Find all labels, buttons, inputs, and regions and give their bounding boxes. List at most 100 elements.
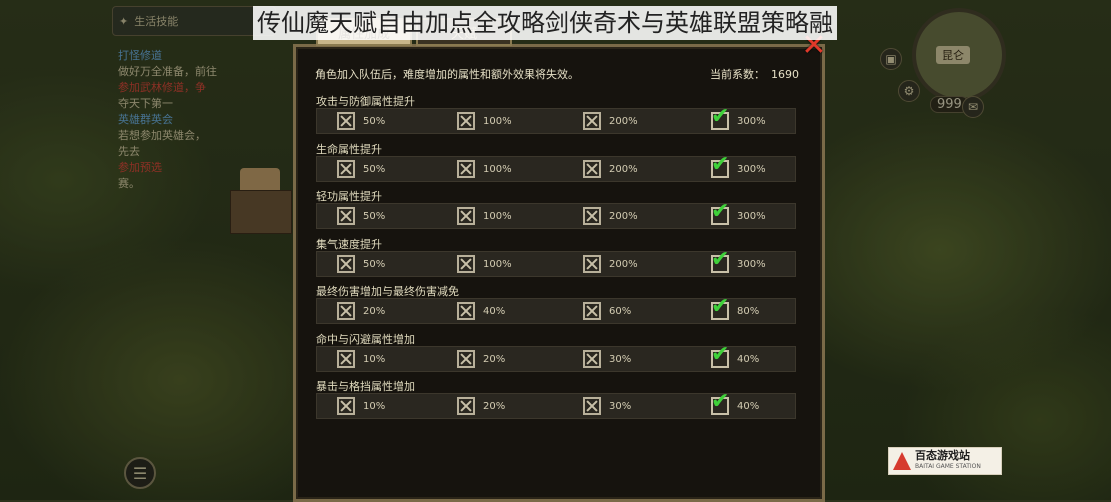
option-row: 10% 20% 30% ✔ 40% — [316, 344, 796, 372]
coefficient-value: 1690 — [771, 68, 799, 81]
green-check-icon: ✔ — [711, 342, 730, 367]
option-checkbox[interactable]: 50% — [337, 160, 385, 178]
option-value: 40% — [483, 305, 506, 317]
option-checkbox[interactable]: 10% — [337, 350, 385, 368]
checkmark-icon: ✔ — [711, 296, 729, 320]
cross-icon — [583, 350, 601, 368]
cross-icon — [457, 207, 475, 225]
option-checkbox[interactable]: 30% — [583, 350, 631, 368]
option-checkbox[interactable]: 100% — [457, 207, 512, 225]
cross-icon — [337, 350, 355, 368]
cross-icon — [337, 207, 355, 225]
cross-icon — [337, 397, 355, 415]
cross-icon — [337, 302, 355, 320]
option-value: 20% — [483, 353, 506, 365]
green-check-icon: ✔ — [711, 389, 730, 414]
option-value: 50% — [363, 258, 386, 270]
option-row: 10% 20% 30% ✔ 40% — [316, 391, 796, 419]
option-checkbox[interactable]: ✔ 40% — [711, 344, 760, 368]
section-title: 集气速度提升 — [316, 238, 382, 251]
option-row: 50% 100% 200% ✔ 300% — [316, 106, 796, 134]
cross-icon — [583, 207, 601, 225]
option-value: 100% — [483, 210, 512, 222]
option-checkbox[interactable]: 40% — [457, 302, 505, 320]
cross-icon — [457, 255, 475, 273]
coefficient-display: 当前系数： 1690 — [710, 66, 799, 82]
option-value: 40% — [737, 353, 760, 365]
option-value: 50% — [363, 163, 386, 175]
option-checkbox[interactable]: 100% — [457, 255, 512, 273]
option-checkbox[interactable]: 60% — [583, 302, 631, 320]
option-checkbox[interactable]: 200% — [583, 207, 638, 225]
option-value: 20% — [483, 400, 506, 412]
option-value: 200% — [609, 115, 638, 127]
option-value: 300% — [737, 115, 766, 127]
cross-icon — [337, 112, 355, 130]
option-value: 20% — [363, 305, 386, 317]
checkmark-icon: ✔ — [711, 344, 729, 368]
option-value: 60% — [609, 305, 632, 317]
option-value: 80% — [737, 305, 760, 317]
cross-icon — [457, 302, 475, 320]
option-checkbox[interactable]: 20% — [457, 397, 505, 415]
option-checkbox[interactable]: 200% — [583, 160, 638, 178]
cross-icon — [583, 160, 601, 178]
overlay-title: 传仙魔天赋自由加点全攻略剑侠奇术与英雄联盟策略融 — [253, 6, 837, 40]
option-checkbox[interactable]: 50% — [337, 207, 385, 225]
section-title: 最终伤害增加与最终伤害减免 — [316, 285, 459, 298]
checkmark-icon: ✔ — [711, 201, 729, 225]
cross-icon — [457, 350, 475, 368]
option-row: 50% 100% 200% ✔ 300% — [316, 249, 796, 277]
option-value: 200% — [609, 210, 638, 222]
option-checkbox[interactable]: 50% — [337, 112, 385, 130]
section-title: 生命属性提升 — [316, 143, 382, 156]
cross-icon — [337, 255, 355, 273]
green-check-icon: ✔ — [711, 199, 730, 224]
option-value: 30% — [609, 400, 632, 412]
option-row: 50% 100% 200% ✔ 300% — [316, 154, 796, 182]
option-checkbox[interactable]: 50% — [337, 255, 385, 273]
option-checkbox[interactable]: ✔ 300% — [711, 154, 766, 178]
section-title: 攻击与防御属性提升 — [316, 95, 415, 108]
option-checkbox[interactable]: 20% — [457, 350, 505, 368]
option-checkbox[interactable]: ✔ 80% — [711, 296, 760, 320]
option-value: 100% — [483, 163, 512, 175]
option-checkbox[interactable]: ✔ 300% — [711, 249, 766, 273]
logo-mark-icon — [893, 452, 911, 470]
section-title: 命中与闪避属性增加 — [316, 333, 415, 346]
checkmark-icon: ✔ — [711, 391, 729, 415]
option-checkbox[interactable]: ✔ 300% — [711, 201, 766, 225]
logo-text: 百态游戏站 BAITAI GAME STATION — [915, 450, 981, 472]
option-value: 200% — [609, 163, 638, 175]
option-value: 10% — [363, 400, 386, 412]
option-checkbox[interactable]: 200% — [583, 112, 638, 130]
option-value: 10% — [363, 353, 386, 365]
cross-icon — [583, 397, 601, 415]
option-value: 50% — [363, 210, 386, 222]
checkmark-icon: ✔ — [711, 249, 729, 273]
section-title: 轻功属性提升 — [316, 190, 382, 203]
logo-en: BAITAI GAME STATION — [915, 463, 981, 470]
green-check-icon: ✔ — [711, 104, 730, 129]
option-checkbox[interactable]: 10% — [337, 397, 385, 415]
panel-notice: 角色加入队伍后，难度增加的属性和额外效果将失效。 — [315, 68, 579, 81]
option-value: 100% — [483, 115, 512, 127]
option-row: 20% 40% 60% ✔ 80% — [316, 296, 796, 324]
watermark-logo: 百态游戏站 BAITAI GAME STATION — [888, 447, 1002, 475]
option-checkbox[interactable]: ✔ 40% — [711, 391, 759, 415]
checkmark-icon: ✔ — [711, 106, 729, 130]
option-checkbox[interactable]: 20% — [337, 302, 385, 320]
option-checkbox[interactable]: 30% — [583, 397, 631, 415]
option-value: 300% — [737, 163, 766, 175]
option-checkbox[interactable]: 100% — [457, 112, 512, 130]
section-title: 暴击与格挡属性增加 — [316, 380, 415, 393]
option-checkbox[interactable]: 200% — [583, 255, 638, 273]
option-value: 200% — [609, 258, 638, 270]
coefficient-label: 当前系数： — [710, 68, 765, 81]
green-check-icon: ✔ — [711, 247, 730, 272]
option-value: 300% — [737, 210, 766, 222]
option-checkbox[interactable]: ✔ 300% — [711, 106, 766, 130]
cross-icon — [457, 112, 475, 130]
option-value: 50% — [363, 115, 386, 127]
option-checkbox[interactable]: 100% — [457, 160, 512, 178]
